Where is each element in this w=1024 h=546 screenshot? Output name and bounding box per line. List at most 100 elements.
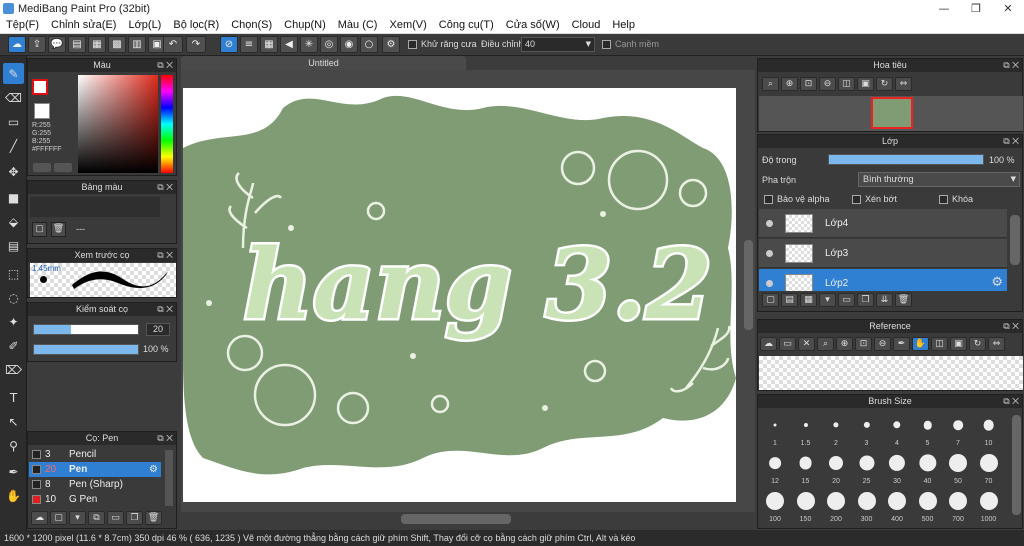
color-sv-picker[interactable] [78,75,158,173]
operation-tool-icon[interactable]: ↖ [3,411,24,432]
close-icon[interactable]: ⧉ ✕ [1003,59,1019,72]
close-window-button[interactable]: ✕ [992,0,1024,17]
eye-icon[interactable] [766,220,773,227]
eye-icon[interactable] [766,280,773,287]
brush-tool-icon[interactable]: ✎ [3,63,24,84]
brush-size-option[interactable]: 30 [882,449,912,485]
snap-circle-icon[interactable]: ◎ [320,36,338,53]
layer-list-scrollbar[interactable] [1010,215,1020,265]
actual-size-icon[interactable]: ◫ [931,337,948,351]
zoom-search-icon[interactable]: ⌕ [817,337,834,351]
brush-item[interactable]: 8 Pen (Sharp) [29,477,161,492]
brush-size-option[interactable]: 40 [913,449,943,485]
trash-icon[interactable]: 🗑 [145,511,162,525]
menu-item-3[interactable]: Bộ lọc(R) [167,19,225,31]
hue-slider[interactable] [161,75,173,173]
soft-edge-checkbox[interactable] [602,40,611,50]
brush-size-option[interactable]: 25 [852,449,882,485]
brush-size-option[interactable]: 500 [913,487,943,523]
close-icon[interactable]: ⧉ ✕ [157,432,173,445]
menu-item-6[interactable]: Màu (C) [332,19,384,31]
flip-icon[interactable]: ⇔ [988,337,1005,351]
rotate-icon[interactable]: ↻ [969,337,986,351]
tab-untitled[interactable]: Untitled [181,56,466,70]
palette-swatches[interactable] [30,197,160,217]
cloud-icon[interactable]: ☁ [760,337,777,351]
menu-item-9[interactable]: Cửa số(W) [500,19,566,31]
flip-icon[interactable]: ⇔ [895,77,912,91]
reference-canvas[interactable] [759,356,1023,390]
brush-size-option[interactable]: 1 [760,411,790,447]
menu-item-11[interactable]: Help [606,19,641,31]
horizontal-scrollbar[interactable] [401,514,511,524]
magic-wand-icon[interactable]: ✦ [3,311,24,332]
brush-size-option[interactable]: 1.5 [791,411,821,447]
color-mode-button[interactable] [33,163,51,172]
brush-size-option[interactable]: 200 [821,487,851,523]
eyedropper-icon[interactable]: ✒ [3,461,24,482]
actual-size-icon[interactable]: ◫ [838,77,855,91]
brush-size-option[interactable]: 15 [791,449,821,485]
close-icon[interactable]: ⧉ ✕ [1003,395,1019,408]
upload-icon[interactable]: ⇪ [28,36,46,53]
gear-icon[interactable]: ⚙ [149,462,158,477]
copy-brush-icon[interactable]: ⧉ [88,511,105,525]
snap-radial-icon[interactable]: ✳ [300,36,318,53]
lock-checkbox[interactable] [939,195,948,205]
hand-icon[interactable]: ✋ [912,337,929,351]
brush-size-option[interactable]: 10 [974,411,1004,447]
layer-row[interactable]: Lớp3 [759,239,1007,268]
drawing-canvas[interactable]: hang 3.2 [183,88,736,502]
minimize-button[interactable]: — [928,0,960,17]
close-icon[interactable]: ⧉ ✕ [157,181,173,194]
zoom-out-icon[interactable]: ⊖ [819,77,836,91]
document-icon[interactable]: ▤ [68,36,86,53]
menu-item-5[interactable]: Chụp(N) [278,19,332,31]
size-slider[interactable] [33,324,139,335]
menu-item-2[interactable]: Lớp(L) [122,19,167,31]
folder-icon[interactable]: ▭ [838,293,855,307]
gradient-tool-icon[interactable]: ▤ [3,235,24,256]
navigator-viewport[interactable] [871,97,913,129]
rectangle-tool-icon[interactable]: ▭ [3,111,24,132]
trash-icon[interactable]: 🗑 [51,222,66,237]
brush-size-option[interactable]: 7 [943,411,973,447]
brush-menu-icon[interactable]: ▾ [69,511,86,525]
brush-size-scrollbar[interactable] [1012,415,1021,515]
snap-off-icon[interactable]: ⊘ [220,36,238,53]
snap-curve-icon[interactable]: ◉ [340,36,358,53]
merge-layer-icon[interactable]: ⇊ [876,293,893,307]
navigator-preview[interactable] [759,96,1023,131]
new-brush-icon[interactable]: ▢ [50,511,67,525]
fit-icon[interactable]: ⊡ [855,337,872,351]
close-icon[interactable]: ⧉ ✕ [157,249,173,262]
duplicate-icon[interactable]: ❐ [126,511,143,525]
table-icon[interactable]: ▥ [128,36,146,53]
add-layer-menu-icon[interactable]: ▾ [819,293,836,307]
rotate-icon[interactable]: ↻ [876,77,893,91]
menu-item-7[interactable]: Xem(V) [383,19,432,31]
pick-color-icon[interactable]: ✒ [893,337,910,351]
dropper-tool-icon[interactable]: ⚲ [3,435,24,456]
close-icon[interactable]: ⧉ ✕ [1003,320,1019,333]
zoom-search-icon[interactable]: ⌕ [762,77,779,91]
move-tool-icon[interactable]: ✥ [3,161,24,182]
close-icon[interactable]: ⧉ ✕ [157,59,173,72]
close-icon[interactable]: ⧉ ✕ [157,303,173,316]
close-icon[interactable]: ⧉ ✕ [1003,135,1019,148]
trash-icon[interactable]: 🗑 [895,293,912,307]
menu-item-4[interactable]: Chọn(S) [225,19,278,31]
antialias-checkbox[interactable] [408,40,417,50]
select-tool-icon[interactable]: ⬚ [3,263,24,284]
new-layer-icon[interactable]: ▢ [762,293,779,307]
menu-item-10[interactable]: Cloud [566,19,607,31]
snap-ellipse-icon[interactable]: ○ [360,36,378,53]
size-value[interactable]: 20 [146,323,170,336]
menu-item-0[interactable]: Tệp(F) [0,19,45,31]
zoom-out-icon[interactable]: ⊖ [874,337,891,351]
transparent-swatch[interactable] [34,103,50,119]
brush-size-option[interactable]: 1000 [974,487,1004,523]
layer-opacity-slider[interactable] [828,154,984,165]
open-folder-icon[interactable]: ▭ [779,337,796,351]
folder-icon[interactable]: ▭ [107,511,124,525]
